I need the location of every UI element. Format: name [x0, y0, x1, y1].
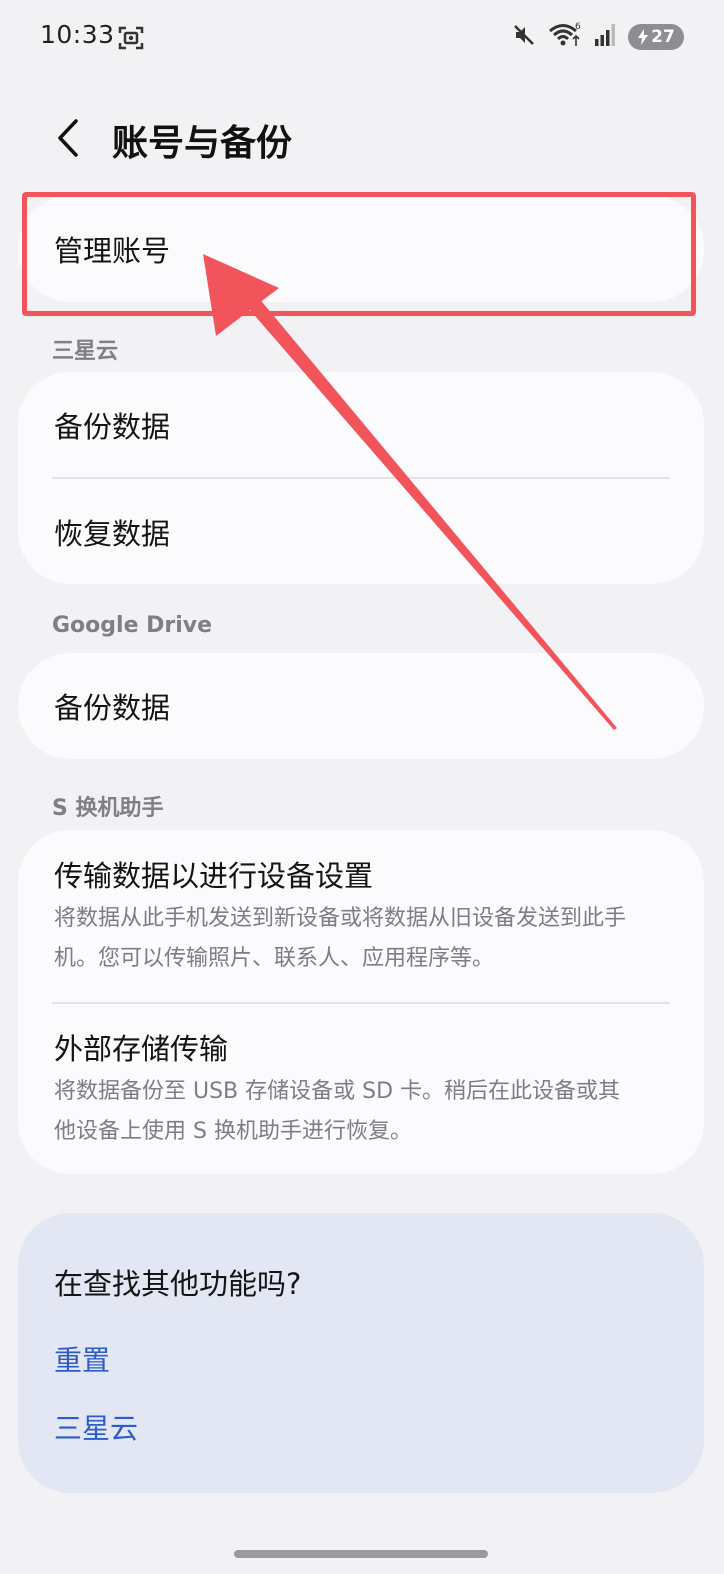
reset-link[interactable]: 重置 — [54, 1339, 110, 1379]
transfer-data-description: 将数据从此手机发送到新设备或将数据从旧设备发送到此手 机。您可以传输照片、联系人… — [54, 899, 668, 979]
status-time: 10:33 — [40, 20, 115, 49]
google-drive-card: 备份数据 — [18, 653, 704, 759]
section-label-google-drive: Google Drive — [52, 613, 213, 638]
samsung-cloud-card: 备份数据 恢复数据 — [18, 372, 704, 584]
chevron-left-icon — [58, 119, 78, 157]
section-label-samsung-cloud: 三星云 — [52, 339, 119, 364]
manage-account-item[interactable]: 管理账号 — [18, 196, 704, 302]
home-indicator[interactable] — [234, 1550, 488, 1558]
page-title: 账号与备份 — [112, 123, 293, 164]
manage-account-card: 管理账号 — [18, 196, 704, 302]
samsung-cloud-backup-label: 备份数据 — [54, 409, 171, 444]
external-storage-description: 将数据备份至 USB 存储设备或 SD 卡。稍后在此设备或其 他设备上使用 S … — [54, 1072, 668, 1152]
samsung-cloud-restore-item[interactable]: 恢复数据 — [18, 479, 704, 584]
back-button[interactable] — [44, 110, 94, 166]
status-bar: 10:33 6 27 — [0, 0, 724, 76]
battery-level: 27 — [651, 27, 675, 47]
looking-for-more-title: 在查找其他功能吗? — [54, 1267, 302, 1301]
app-header: 账号与备份 — [0, 100, 724, 176]
samsung-cloud-link[interactable]: 三星云 — [54, 1407, 138, 1447]
transfer-data-item[interactable]: 传输数据以进行设备设置 将数据从此手机发送到新设备或将数据从旧设备发送到此手 机… — [18, 830, 704, 1002]
manage-account-label: 管理账号 — [54, 234, 171, 268]
battery-charging-icon — [638, 29, 649, 45]
samsung-cloud-backup-item[interactable]: 备份数据 — [18, 372, 704, 477]
looking-for-more-card: 在查找其他功能吗? 重置 三星云 — [18, 1213, 704, 1493]
mute-icon — [512, 23, 536, 51]
svg-text:6: 6 — [575, 22, 581, 32]
google-drive-backup-item[interactable]: 备份数据 — [18, 653, 704, 759]
external-storage-description-line1: 将数据备份至 USB 存储设备或 SD 卡。稍后在此设备或其 — [54, 1079, 621, 1104]
section-label-smart-switch: S 换机助手 — [52, 796, 164, 821]
smart-switch-card: 传输数据以进行设备设置 将数据从此手机发送到新设备或将数据从旧设备发送到此手 机… — [18, 830, 704, 1174]
transfer-data-title: 传输数据以进行设备设置 — [54, 859, 374, 893]
google-drive-backup-label: 备份数据 — [54, 691, 171, 725]
transfer-data-description-line1: 将数据从此手机发送到新设备或将数据从旧设备发送到此手 — [54, 906, 627, 931]
signal-icon — [594, 23, 616, 51]
transfer-data-description-line2: 机。您可以传输照片、联系人、应用程序等。 — [54, 946, 495, 971]
status-icons: 6 27 — [512, 22, 684, 52]
external-storage-transfer-item[interactable]: 外部存储传输 将数据备份至 USB 存储设备或 SD 卡。稍后在此设备或其 他设… — [18, 1004, 704, 1174]
battery-indicator: 27 — [628, 24, 684, 50]
samsung-cloud-restore-label: 恢复数据 — [54, 516, 171, 551]
external-storage-title: 外部存储传输 — [54, 1032, 229, 1066]
screenshot-icon — [118, 25, 144, 51]
external-storage-description-line2: 他设备上使用 S 换机助手进行恢复。 — [54, 1119, 412, 1144]
wifi-icon: 6 — [548, 22, 582, 52]
